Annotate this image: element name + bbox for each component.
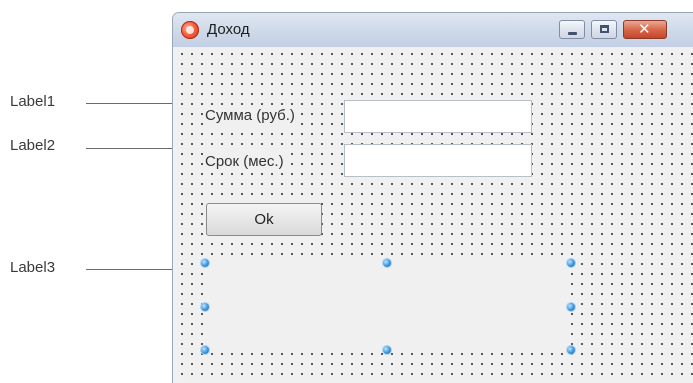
label3-result[interactable] — [205, 259, 571, 351]
minimize-button[interactable] — [559, 20, 585, 39]
app-icon — [181, 21, 199, 39]
selection-handle-top-middle[interactable] — [383, 259, 391, 267]
selection-handle-middle-right[interactable] — [567, 303, 575, 311]
selection-handle-middle-left[interactable] — [201, 303, 209, 311]
callout-label1: Label1 — [10, 93, 56, 110]
close-button[interactable]: ✕ — [623, 20, 667, 39]
window-title: Доход — [207, 21, 250, 38]
form-window: Доход ✕ Сумма (руб.) Срок (мес.) Ok — [172, 12, 693, 383]
selection-handle-top-left[interactable] — [201, 259, 209, 267]
close-icon: ✕ — [638, 20, 651, 38]
minimize-icon — [568, 32, 577, 35]
form-client-area: Сумма (руб.) Срок (мес.) Ok — [177, 47, 693, 383]
selection-handle-bottom-right[interactable] — [567, 346, 575, 354]
label2-term[interactable]: Срок (мес.) — [203, 153, 286, 171]
selection-handle-bottom-middle[interactable] — [383, 346, 391, 354]
ok-button[interactable]: Ok — [206, 203, 322, 236]
callout-label2: Label2 — [10, 137, 56, 154]
callout-label3: Label3 — [10, 259, 56, 276]
maximize-icon — [600, 25, 609, 33]
term-input[interactable] — [344, 144, 532, 177]
selection-handle-top-right[interactable] — [567, 259, 575, 267]
label1-sum[interactable]: Сумма (руб.) — [203, 107, 297, 125]
title-bar[interactable]: Доход ✕ — [173, 13, 693, 47]
sum-input[interactable] — [344, 100, 532, 133]
selection-handle-bottom-left[interactable] — [201, 346, 209, 354]
maximize-button[interactable] — [591, 20, 617, 39]
